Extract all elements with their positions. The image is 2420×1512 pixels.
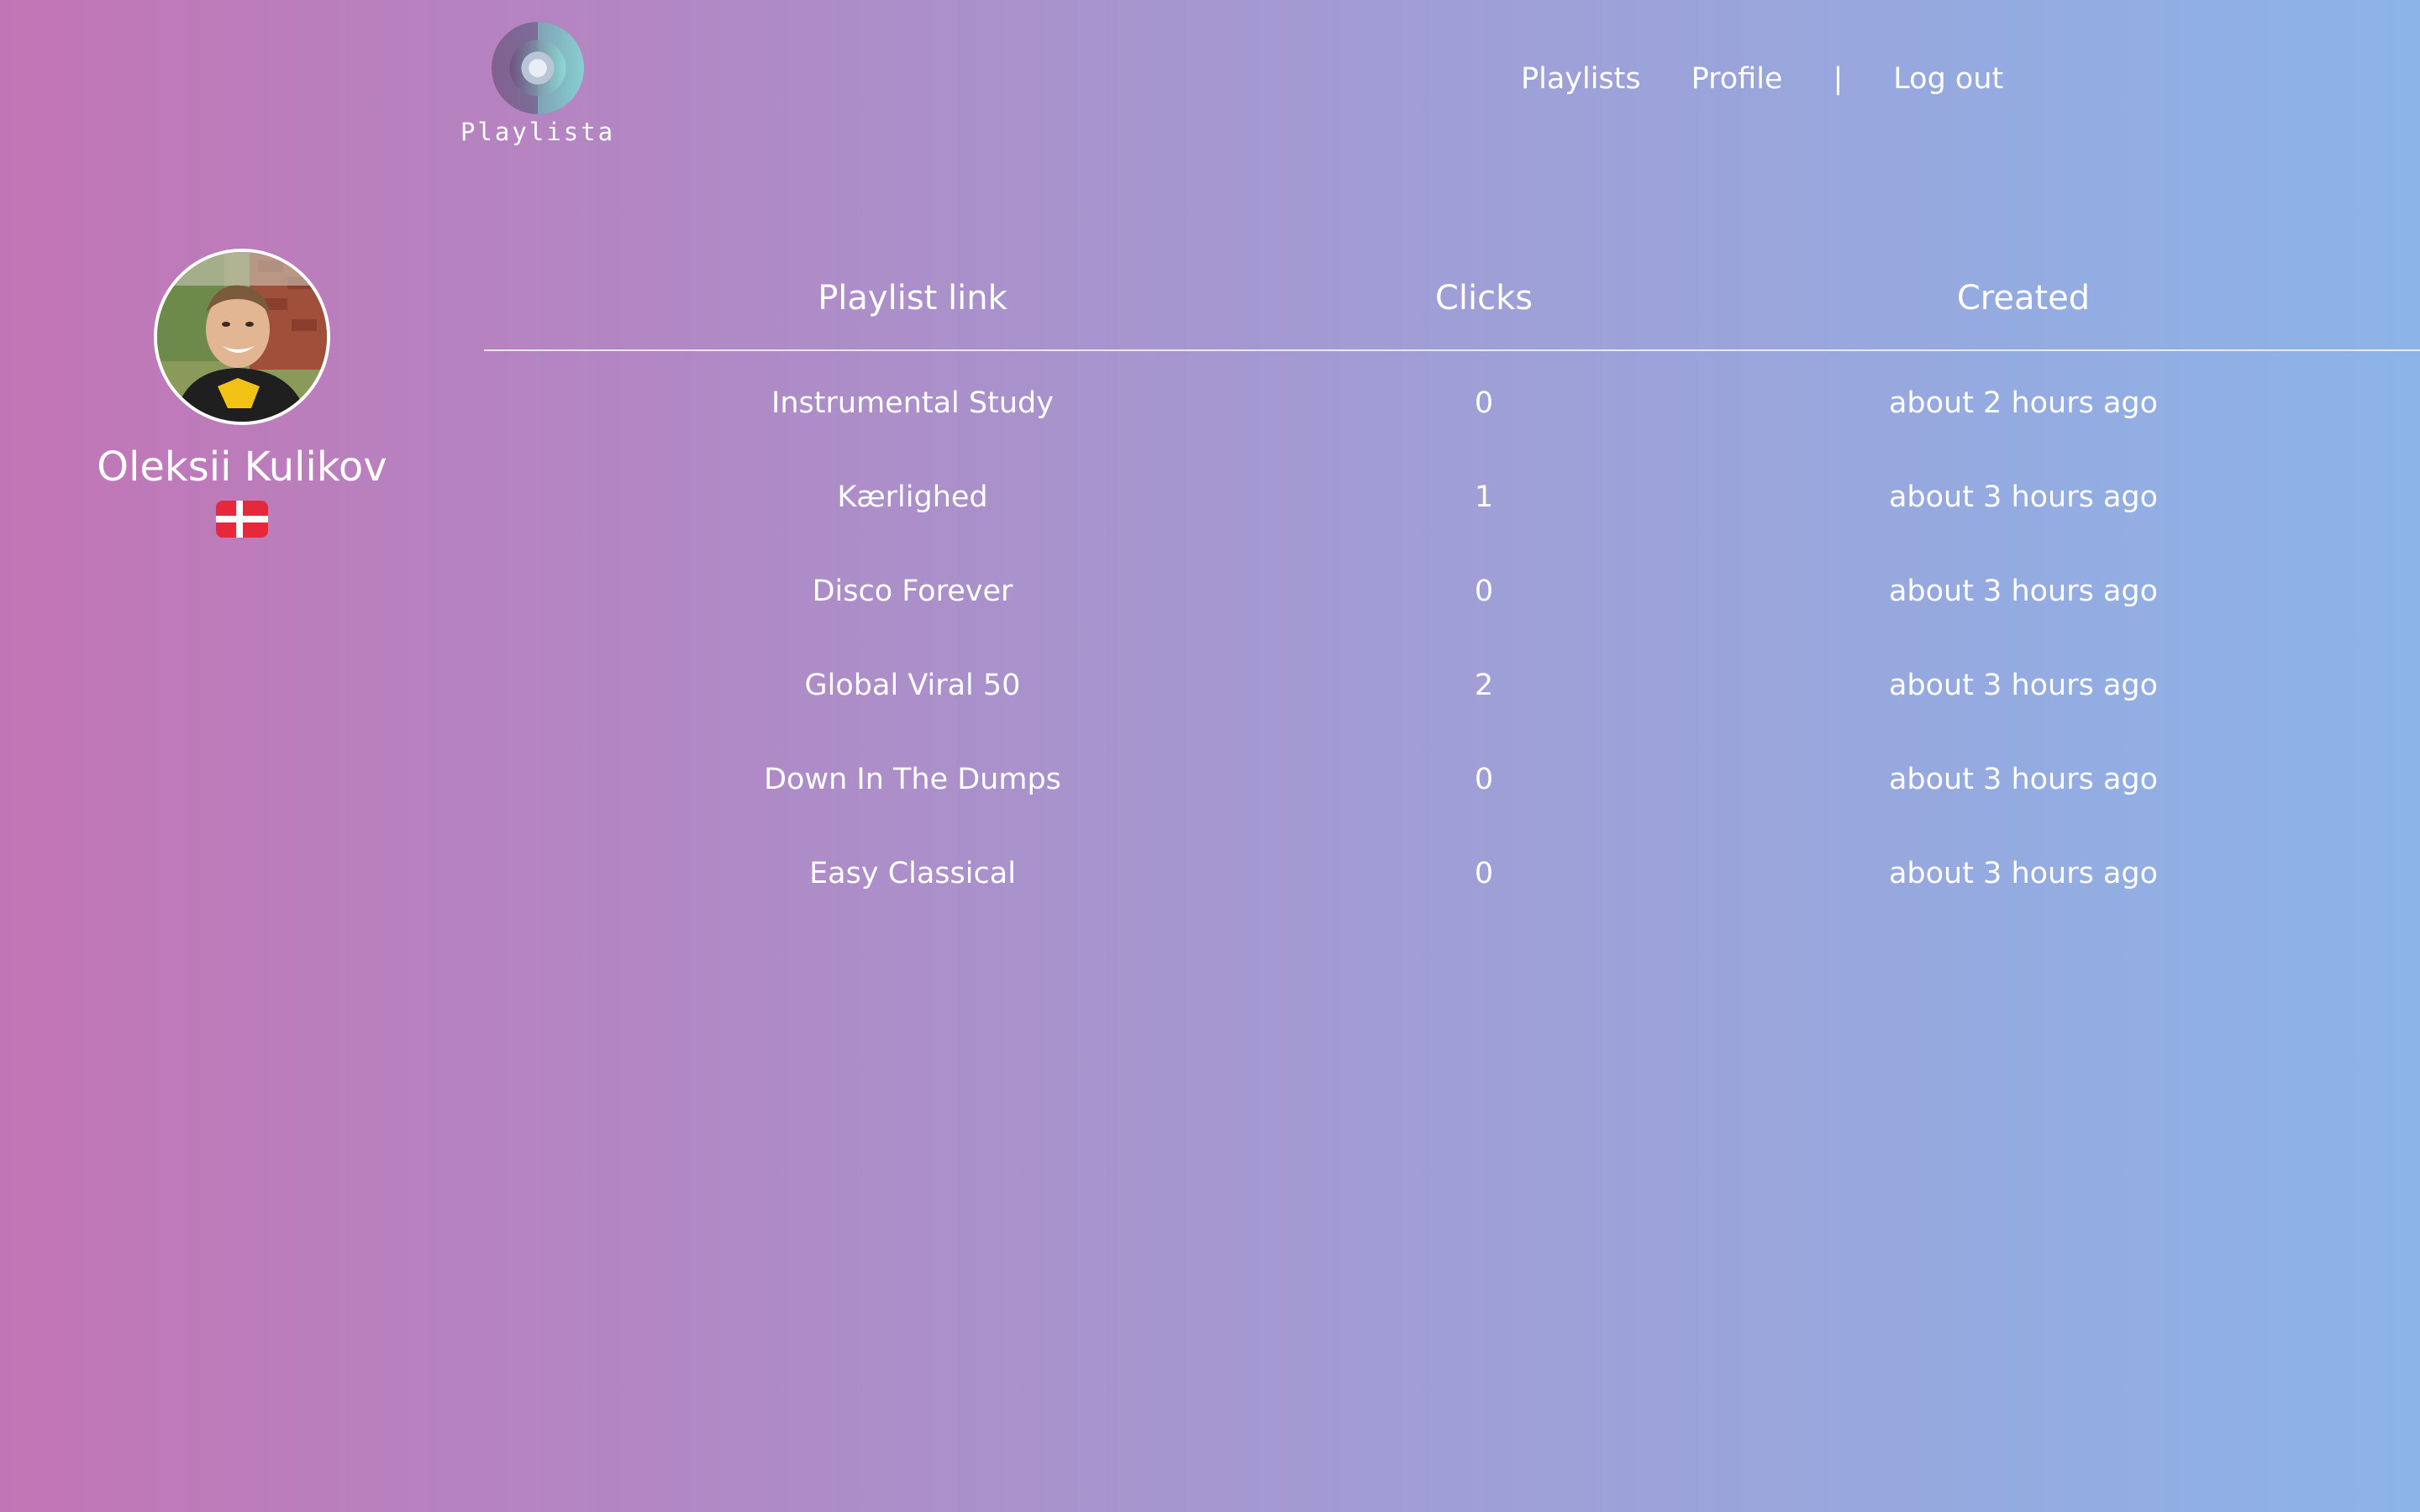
clicks-count: 0 [1474, 763, 1494, 796]
nav-item-profile[interactable]: Profile [1691, 62, 1783, 96]
main-nav: Playlists Profile | Log out [1521, 62, 2003, 96]
column-header-playlist-link: Playlist link [818, 279, 1007, 318]
clicks-count: 0 [1474, 857, 1494, 890]
playlist-link[interactable]: Down In The Dumps [484, 763, 1341, 796]
created-time: about 3 hours ago [1888, 763, 2159, 796]
avatar [154, 249, 330, 425]
profile-sidebar: Oleksii Kulikov [0, 249, 484, 538]
playlist-link[interactable]: Instrumental Study [484, 386, 1341, 420]
clicks-count: 0 [1474, 575, 1494, 608]
denmark-flag-icon [216, 501, 268, 538]
created-time: about 3 hours ago [1888, 480, 2159, 514]
profile-name: Oleksii Kulikov [97, 444, 387, 491]
vinyl-disc-icon [491, 21, 585, 115]
created-time: about 2 hours ago [1888, 386, 2159, 420]
clicks-count: 1 [1474, 480, 1494, 514]
table-body: Instrumental Study 0 about 2 hours ago K… [484, 351, 2420, 921]
created-time: about 3 hours ago [1888, 575, 2159, 608]
created-time: about 3 hours ago [1888, 857, 2159, 890]
table-row: Easy Classical 0 about 3 hours ago [484, 827, 2420, 921]
brand-logo[interactable]: Playlista [460, 20, 613, 146]
nav-separator: | [1833, 62, 1844, 96]
user-photo [157, 252, 327, 422]
nav-item-playlists[interactable]: Playlists [1521, 62, 1641, 96]
table-row: Instrumental Study 0 about 2 hours ago [484, 356, 2420, 450]
playlists-table: Playlist link Clicks Created Instrumenta… [484, 267, 2420, 921]
table-header: Playlist link Clicks Created [484, 267, 2420, 351]
table-row: Down In The Dumps 0 about 3 hours ago [484, 732, 2420, 827]
playlist-link[interactable]: Kærlighed [484, 480, 1341, 514]
logout-link[interactable]: Log out [1893, 62, 2003, 96]
column-header-created: Created [1956, 279, 2091, 318]
brand-name: Playlista [460, 118, 616, 146]
created-time: about 3 hours ago [1888, 669, 2159, 702]
table-row: Kærlighed 1 about 3 hours ago [484, 450, 2420, 544]
clicks-count: 0 [1474, 386, 1494, 420]
table-row: Global Viral 50 2 about 3 hours ago [484, 638, 2420, 732]
playlist-link[interactable]: Disco Forever [484, 575, 1341, 608]
clicks-count: 2 [1474, 669, 1494, 702]
column-header-clicks: Clicks [1434, 279, 1534, 318]
playlist-link[interactable]: Easy Classical [484, 857, 1341, 890]
table-row: Disco Forever 0 about 3 hours ago [484, 544, 2420, 638]
playlist-link[interactable]: Global Viral 50 [484, 669, 1341, 702]
